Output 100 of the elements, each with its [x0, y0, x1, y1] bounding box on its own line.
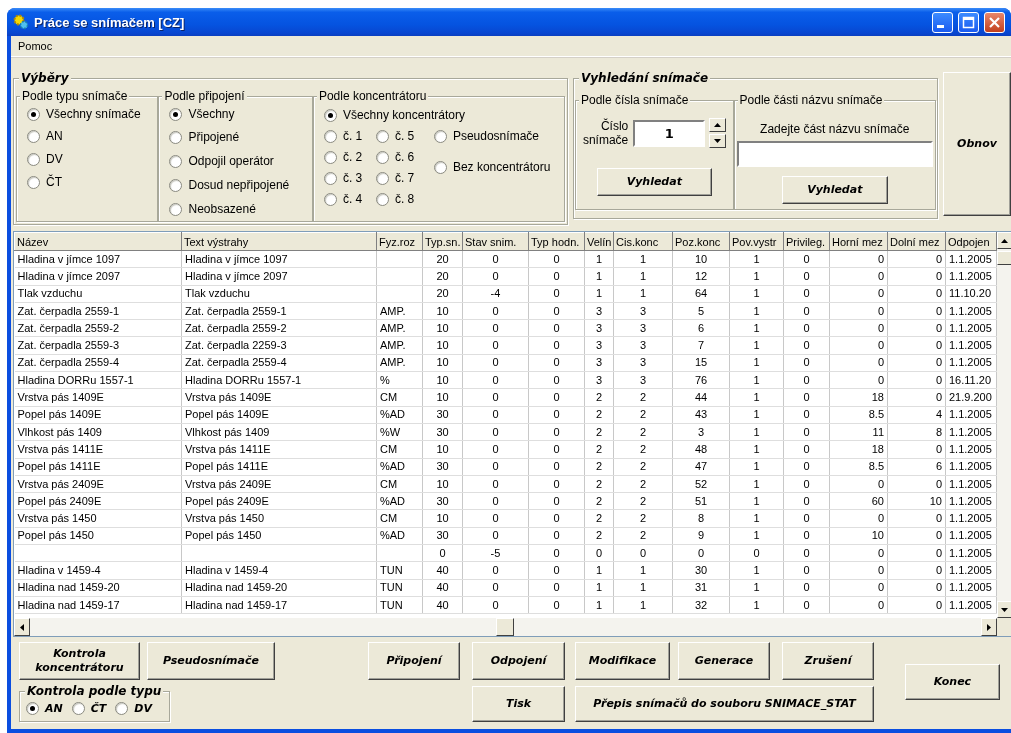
table-cell: 0 [528, 458, 585, 476]
table-cell: 1 [729, 458, 784, 476]
table-cell: 30 [422, 492, 463, 510]
radio-option[interactable]: Připojené [169, 130, 240, 145]
column-header[interactable]: Velín [584, 232, 614, 251]
name-field[interactable] [736, 141, 933, 167]
action-button[interactable]: Odpojení [472, 642, 565, 680]
scrollbar-thumb[interactable] [496, 618, 514, 636]
table-cell: 0 [887, 579, 946, 597]
action-button[interactable]: Kontrola koncentrátoru [19, 642, 140, 680]
radio-option[interactable]: č. 1 [323, 128, 363, 144]
table-cell: 0 [783, 354, 830, 372]
table-cell: 0 [783, 250, 830, 268]
table-cell: 76 [672, 371, 730, 389]
scroll-up-button[interactable] [997, 232, 1011, 249]
radio-option[interactable]: Všechny snímače [27, 107, 141, 122]
radio-option[interactable]: DV [115, 701, 152, 716]
table-cell: 0 [829, 302, 888, 320]
column-header[interactable]: Odpojen [945, 232, 997, 251]
radio-option[interactable]: č. 3 [323, 170, 363, 186]
table-cell: 3 [613, 337, 673, 355]
action-button[interactable]: Přepis snímačů do souboru SNIMACE_STAT [575, 686, 874, 722]
table-cell: 1 [613, 596, 673, 614]
table-cell: Popel pás 2409E [14, 492, 182, 510]
column-header[interactable]: Typ.sn. [422, 232, 463, 251]
table-cell: 1 [729, 423, 784, 441]
radio-option[interactable]: č. 4 [323, 191, 363, 207]
column-header[interactable]: Dolní mez [887, 232, 946, 251]
table-cell: 0 [528, 544, 585, 562]
table-cell: 0 [887, 250, 946, 268]
radio-option[interactable]: č. 5 [375, 128, 415, 144]
table-cell: 2 [613, 423, 673, 441]
radio-option[interactable]: ČT [71, 701, 107, 716]
radio-option[interactable]: č. 6 [375, 149, 415, 165]
table-cell: 0 [887, 302, 946, 320]
search-button[interactable]: Vyhledat [596, 168, 712, 196]
radio-option[interactable]: Všechny [169, 107, 235, 122]
close-button[interactable] [984, 11, 1005, 33]
column-header[interactable]: Poz.konc [672, 232, 730, 251]
radio-option[interactable]: Neobsazené [169, 202, 256, 217]
table-cell: 20 [422, 250, 463, 268]
column-header[interactable]: Typ hodn. [528, 232, 585, 251]
radio-option[interactable]: č. 8 [375, 191, 415, 207]
table-cell: %W [376, 423, 423, 441]
scrollbar-thumb[interactable] [997, 251, 1011, 265]
table-cell: 0 [613, 544, 673, 562]
column-header[interactable]: Horní mez [829, 232, 888, 251]
maximize-button[interactable] [958, 11, 979, 33]
group-title: Podle čísla snímače [579, 93, 691, 107]
action-button[interactable]: Tisk [472, 686, 565, 722]
number-field[interactable]: 1 [633, 119, 706, 147]
menu-item[interactable]: Pomoc [13, 39, 58, 53]
scroll-left-button[interactable] [14, 618, 30, 636]
action-button[interactable]: Zrušení [782, 642, 874, 680]
radio-option[interactable]: DV [27, 152, 63, 167]
column-header[interactable]: Název [14, 232, 182, 251]
scroll-right-button[interactable] [981, 618, 997, 636]
radio-option[interactable]: Všechny koncentrátory [323, 108, 465, 123]
radio-option[interactable]: AN [26, 701, 63, 716]
action-button[interactable]: Pseudosnímače [147, 642, 275, 680]
search-button[interactable]: Vyhledat [781, 176, 888, 204]
table-cell: 1 [613, 267, 673, 286]
table-cell: 1 [729, 527, 784, 545]
radio-option[interactable]: Bez koncentrátoru [433, 160, 551, 175]
table-cell: 0 [887, 371, 946, 389]
spin-up-button[interactable] [709, 118, 727, 132]
horizontal-scrollbar[interactable] [14, 618, 997, 636]
table-cell: 0 [887, 544, 946, 562]
spin-down-button[interactable] [709, 134, 727, 148]
table-cell: 1 [729, 354, 784, 372]
field-label: Zadejte část názvu snímače [760, 122, 910, 136]
radio-option[interactable]: Pseudosnímače [433, 128, 539, 144]
column-header[interactable]: Privileg. [783, 232, 830, 251]
table-cell: 1 [584, 579, 614, 597]
table-cell: 0 [783, 527, 830, 545]
column-header[interactable]: Stav snim. [462, 232, 529, 251]
radio-option[interactable]: Odpojil operátor [169, 154, 274, 169]
vertical-scrollbar[interactable] [997, 232, 1011, 618]
radio-option[interactable]: Dosud nepřipojené [169, 178, 290, 193]
column-header[interactable]: Cis.konc [613, 232, 673, 251]
scroll-down-button[interactable] [997, 601, 1011, 618]
table-cell: 0 [783, 475, 830, 493]
refresh-button[interactable]: Obnov [943, 72, 1011, 216]
action-button[interactable]: Připojení [368, 642, 460, 680]
column-header[interactable]: Pov.vystr [729, 232, 784, 251]
minimize-button[interactable] [932, 11, 953, 33]
table-cell: 0 [829, 319, 888, 337]
table-cell: 3 [584, 354, 614, 372]
table-cell: 0 [422, 544, 463, 562]
radio-option[interactable]: č. 7 [375, 170, 415, 186]
action-button[interactable]: Modifikace [575, 642, 670, 680]
column-header[interactable]: Fyz.roz [376, 232, 423, 251]
table-cell: 1.1.2005 [945, 561, 997, 580]
table-cell: 0 [783, 423, 830, 441]
radio-option[interactable]: č. 2 [323, 149, 363, 165]
action-button[interactable]: Generace [678, 642, 770, 680]
action-button[interactable]: Konec [905, 664, 1000, 700]
radio-option[interactable]: AN [27, 129, 63, 144]
radio-option[interactable]: ČT [27, 175, 62, 190]
column-header[interactable]: Text výstrahy [181, 232, 377, 251]
